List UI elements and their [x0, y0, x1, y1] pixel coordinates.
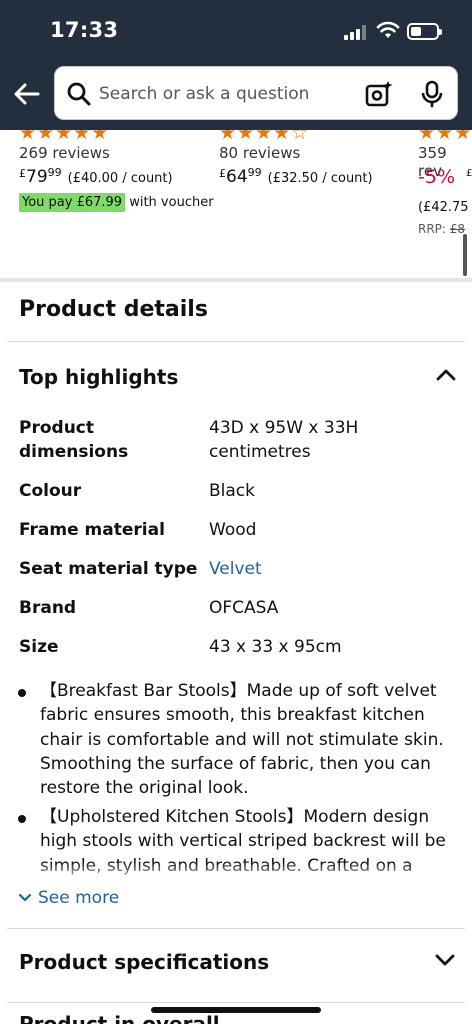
feature-bullets: 【Breakfast Bar Stools】Made up of soft ve… — [0, 678, 472, 876]
back-arrow-icon[interactable] — [12, 80, 42, 108]
price: £7999 (£40.00 / count) — [19, 166, 173, 187]
list-item: 【Breakfast Bar Stools】Made up of soft ve… — [40, 681, 444, 799]
bullet-dot — [18, 689, 26, 697]
divider — [7, 1002, 465, 1003]
spec-label: Product dimensions — [19, 418, 129, 462]
wifi-icon — [376, 21, 400, 38]
chevron-down-icon[interactable] — [432, 948, 458, 972]
mic-icon[interactable] — [420, 80, 444, 108]
price-whole: 79 — [26, 167, 48, 187]
divider — [7, 928, 465, 929]
search-header — [0, 58, 472, 130]
discount-percent: -5% — [418, 166, 455, 188]
reviews-count[interactable]: 269 reviews — [19, 144, 110, 162]
camera-icon[interactable] — [365, 80, 393, 108]
home-indicator[interactable] — [151, 1007, 321, 1013]
unit-price: (£32.50 / count) — [267, 171, 373, 186]
chevron-down-icon — [18, 893, 32, 902]
chevron-up-icon[interactable] — [432, 362, 460, 388]
product-specifications-title[interactable]: Product specifications — [19, 950, 269, 974]
star-rating: ★★★★☆ — [219, 130, 310, 144]
text-fade — [0, 862, 472, 884]
product-carousel[interactable]: ★★★★★ ★★★★☆ ★★★ 269 reviews 80 reviews 3… — [0, 130, 472, 278]
price: £6499 (£32.50 / count) — [219, 166, 373, 187]
status-bar: 17:33 — [0, 0, 472, 58]
price-fraction: 99 — [47, 166, 62, 179]
spec-value: Wood — [209, 520, 257, 540]
rrp-price: RRP: £8 — [418, 222, 466, 236]
divider — [7, 341, 465, 342]
spec-value: 43 x 33 x 95cm — [209, 637, 342, 657]
next-section-title[interactable]: Product in overall — [19, 1012, 459, 1024]
search-input[interactable] — [99, 82, 349, 106]
unit-price: (£42.75 / — [418, 200, 472, 215]
spec-value: Black — [209, 481, 255, 501]
discount-currency: £ — [466, 168, 472, 179]
voucher-info: You pay £67.99 with voucher — [19, 193, 214, 212]
voucher-text: with voucher — [129, 195, 214, 210]
section-divider — [0, 278, 472, 282]
spec-label: Colour — [19, 481, 82, 501]
price-fraction: 99 — [247, 166, 262, 179]
top-highlights-title[interactable]: Top highlights — [19, 365, 178, 389]
spec-value-link[interactable]: Velvet — [209, 557, 459, 581]
spec-label: Seat material type — [19, 559, 198, 579]
see-more-label: See more — [38, 888, 120, 908]
carousel-scroll-indicator — [463, 234, 467, 276]
spec-value: 43D x 95W x 33H centimetres — [209, 418, 359, 462]
reviews-count[interactable]: 80 reviews — [219, 144, 300, 162]
spec-label: Size — [19, 637, 59, 657]
product-details-title: Product details — [19, 297, 208, 322]
spec-label: Brand — [19, 598, 77, 618]
spec-value: OFCASA — [209, 598, 279, 618]
status-time: 17:33 — [50, 18, 119, 42]
star-rating: ★★★ — [418, 130, 472, 144]
unit-price: (£40.00 / count) — [67, 171, 173, 186]
battery-icon — [407, 23, 442, 40]
price-whole: 64 — [226, 167, 248, 187]
cellular-signal-icon — [344, 24, 368, 40]
bullet-dot — [18, 815, 26, 823]
see-more-link[interactable]: See more — [18, 888, 119, 908]
search-icon — [67, 82, 91, 106]
voucher-badge: You pay £67.99 — [19, 193, 126, 212]
spec-label: Frame material — [19, 520, 165, 540]
star-rating: ★★★★★ — [19, 130, 110, 144]
search-box[interactable] — [54, 66, 458, 120]
